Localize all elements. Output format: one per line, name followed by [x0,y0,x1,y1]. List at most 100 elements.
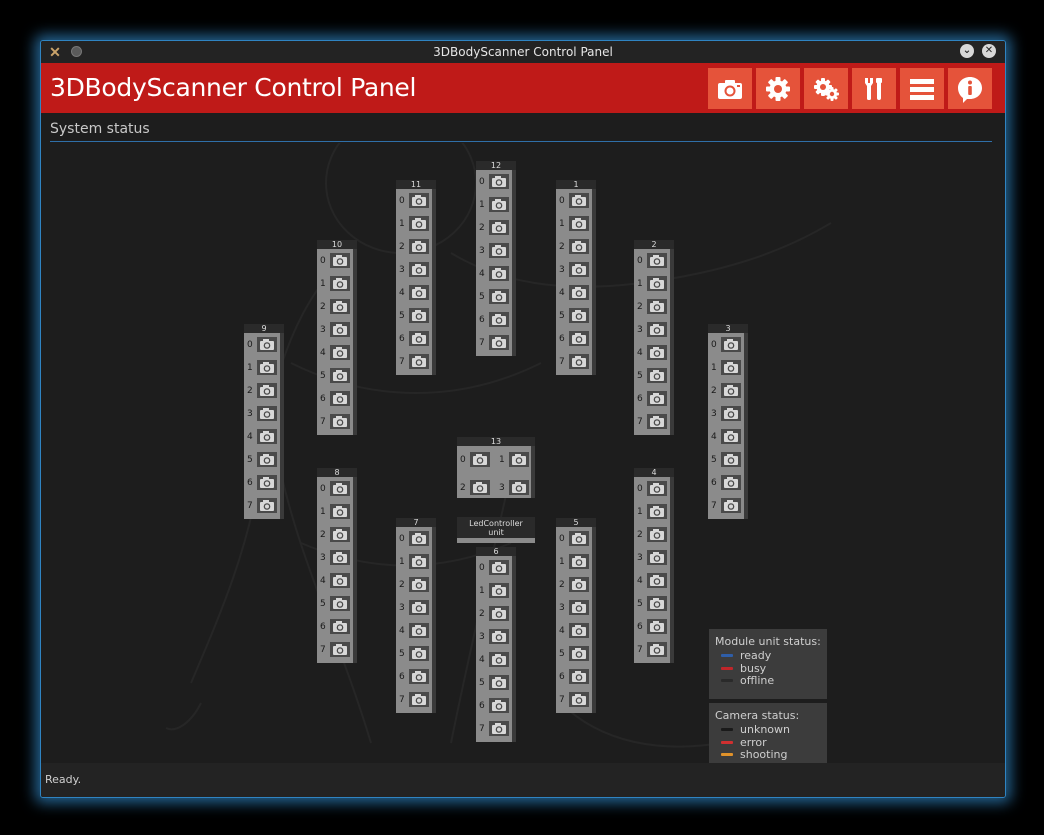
camera-slot[interactable]: 3 [317,319,353,342]
camera-slot[interactable]: 6 [317,616,353,639]
camera-slot[interactable]: 5 [476,286,512,309]
camera-slot[interactable]: 0 [556,528,592,551]
camera-slot[interactable]: 1 [396,551,432,574]
camera-slot[interactable]: 2 [317,296,353,319]
camera-button[interactable] [708,68,752,109]
camera-slot[interactable]: 7 [634,411,670,434]
camera-slot[interactable]: 0 [457,449,493,472]
camera-slot[interactable]: 5 [634,593,670,616]
camera-slot[interactable]: 0 [244,334,280,357]
camera-slot[interactable]: 0 [556,190,592,213]
camera-slot[interactable]: 6 [708,472,744,495]
camera-slot[interactable]: 4 [317,342,353,365]
menu-button[interactable] [900,68,944,109]
camera-slot[interactable]: 7 [396,351,432,374]
camera-slot[interactable]: 6 [634,616,670,639]
camera-slot[interactable]: 4 [244,426,280,449]
camera-slot[interactable]: 0 [317,250,353,273]
camera-slot[interactable]: 3 [496,477,532,500]
camera-slot[interactable]: 7 [634,639,670,662]
camera-slot[interactable]: 5 [396,643,432,666]
camera-slot[interactable]: 6 [634,388,670,411]
camera-slot[interactable]: 0 [396,528,432,551]
camera-slot[interactable]: 4 [476,263,512,286]
camera-slot[interactable]: 3 [396,259,432,282]
camera-slot[interactable]: 1 [556,551,592,574]
camera-slot[interactable]: 3 [708,403,744,426]
camera-slot[interactable]: 4 [396,620,432,643]
camera-slot[interactable]: 3 [476,240,512,263]
camera-slot[interactable]: 2 [396,236,432,259]
camera-slot[interactable]: 3 [634,319,670,342]
camera-slot[interactable]: 1 [556,213,592,236]
tools-button[interactable] [852,68,896,109]
camera-slot[interactable]: 5 [396,305,432,328]
camera-slot[interactable]: 1 [634,501,670,524]
camera-slot[interactable]: 3 [396,597,432,620]
camera-slot[interactable]: 7 [556,351,592,374]
close-button[interactable]: ✕ [982,44,996,58]
camera-slot[interactable]: 5 [556,643,592,666]
camera-slot[interactable]: 3 [556,259,592,282]
camera-slot[interactable]: 2 [317,524,353,547]
camera-slot[interactable]: 2 [556,236,592,259]
camera-slot[interactable]: 2 [244,380,280,403]
camera-slot[interactable]: 2 [708,380,744,403]
camera-slot[interactable]: 1 [317,501,353,524]
camera-slot[interactable]: 0 [317,478,353,501]
camera-slot[interactable]: 2 [634,524,670,547]
camera-slot[interactable]: 6 [396,328,432,351]
camera-slot[interactable]: 4 [317,570,353,593]
minimize-button[interactable]: ⌄ [960,44,974,58]
camera-slot[interactable]: 5 [708,449,744,472]
camera-slot[interactable]: 5 [634,365,670,388]
camera-slot[interactable]: 5 [317,593,353,616]
camera-slot[interactable]: 7 [244,495,280,518]
camera-slot[interactable]: 3 [317,547,353,570]
camera-slot[interactable]: 4 [708,426,744,449]
camera-slot[interactable]: 3 [556,597,592,620]
camera-slot[interactable]: 6 [476,695,512,718]
camera-slot[interactable]: 3 [476,626,512,649]
camera-slot[interactable]: 5 [556,305,592,328]
camera-slot[interactable]: 0 [634,250,670,273]
camera-slot[interactable]: 7 [476,718,512,741]
camera-slot[interactable]: 6 [556,328,592,351]
camera-slot[interactable]: 2 [396,574,432,597]
camera-slot[interactable]: 7 [317,639,353,662]
camera-slot[interactable]: 3 [244,403,280,426]
camera-slot[interactable]: 2 [634,296,670,319]
camera-slot[interactable]: 7 [396,689,432,712]
camera-slot[interactable]: 7 [317,411,353,434]
camera-slot[interactable]: 0 [396,190,432,213]
camera-slot[interactable]: 1 [708,357,744,380]
camera-slot[interactable]: 4 [556,282,592,305]
camera-slot[interactable]: 5 [244,449,280,472]
camera-slot[interactable]: 6 [476,309,512,332]
camera-slot[interactable]: 2 [556,574,592,597]
camera-slot[interactable]: 4 [634,570,670,593]
camera-slot[interactable]: 1 [244,357,280,380]
camera-slot[interactable]: 0 [708,334,744,357]
camera-slot[interactable]: 6 [556,666,592,689]
camera-slot[interactable]: 7 [476,332,512,355]
camera-slot[interactable]: 4 [556,620,592,643]
camera-slot[interactable]: 2 [457,477,493,500]
camera-slot[interactable]: 0 [476,171,512,194]
camera-slot[interactable]: 3 [634,547,670,570]
camera-slot[interactable]: 6 [317,388,353,411]
led-controller-unit[interactable]: LedController unit [457,517,535,544]
camera-slot[interactable]: 1 [476,580,512,603]
camera-slot[interactable]: 1 [317,273,353,296]
camera-slot[interactable]: 2 [476,603,512,626]
camera-slot[interactable]: 4 [634,342,670,365]
camera-slot[interactable]: 5 [476,672,512,695]
camera-slot[interactable]: 5 [317,365,353,388]
camera-slot[interactable]: 2 [476,217,512,240]
camera-settings-button[interactable] [804,68,848,109]
camera-slot[interactable]: 1 [476,194,512,217]
camera-slot[interactable]: 4 [396,282,432,305]
camera-slot[interactable]: 0 [634,478,670,501]
camera-slot[interactable]: 1 [396,213,432,236]
camera-slot[interactable]: 6 [396,666,432,689]
